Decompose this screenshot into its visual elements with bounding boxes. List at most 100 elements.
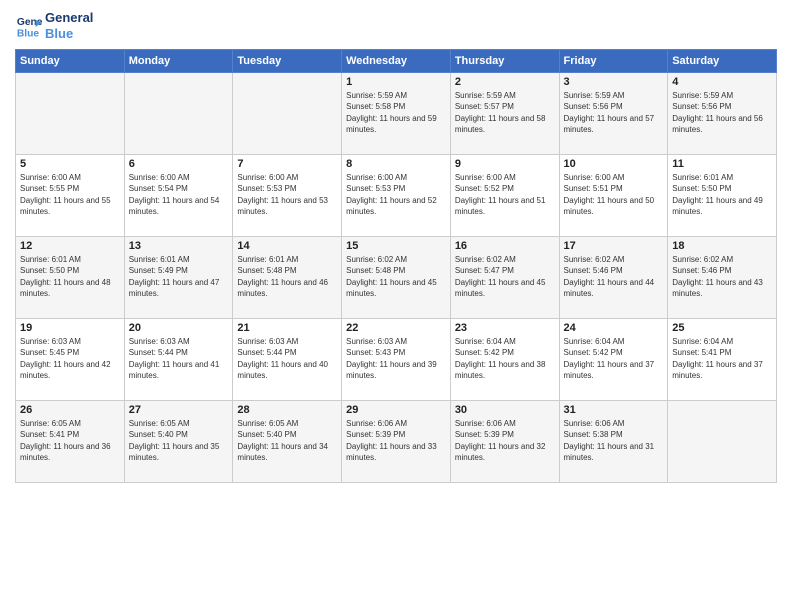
day-number: 25 [672, 322, 772, 334]
calendar-cell: 17Sunrise: 6:02 AM Sunset: 5:46 PM Dayli… [559, 237, 668, 319]
day-info: Sunrise: 6:03 AM Sunset: 5:44 PM Dayligh… [129, 336, 229, 381]
calendar-cell: 14 Sunrise: 6:01 AM Sunset: 5:48 PM Dayli… [233, 237, 342, 319]
logo-text: GeneralBlue [45, 10, 93, 41]
day-number: 16 [455, 240, 555, 252]
day-info: Sunrise: 6:02 AM Sunset: 5:46 PM Dayligh… [564, 254, 664, 299]
day-info: Sunrise: 6:00 AM Sunset: 5:55 PM Dayligh… [20, 172, 120, 217]
day-number: 8 [346, 158, 446, 170]
day-number: 30 [455, 404, 555, 416]
day-number: 24 [564, 322, 664, 334]
day-number: 11 [672, 158, 772, 170]
day-info: Sunrise: 5:59 AM Sunset: 5:56 PM Dayligh… [672, 90, 772, 135]
day-number: 29 [346, 404, 446, 416]
day-info: Sunrise: 6:00 AM Sunset: 5:52 PM Dayligh… [455, 172, 555, 217]
calendar-body: 1 Sunrise: 5:59 AM Sunset: 5:58 PM Daylig… [16, 73, 777, 483]
day-info: Sunrise: 6:05 AM Sunset: 5:41 PM Dayligh… [20, 418, 120, 463]
calendar-cell [233, 73, 342, 155]
day-number: 31 [564, 404, 664, 416]
calendar-week-row: 5 Sunrise: 6:00 AM Sunset: 5:55 PM Daylig… [16, 155, 777, 237]
logo-icon: General Blue [15, 12, 43, 40]
day-number: 14 [237, 240, 337, 252]
calendar-cell: 12 Sunrise: 6:01 AM Sunset: 5:50 PM Dayli… [16, 237, 125, 319]
day-info: Sunrise: 6:03 AM Sunset: 5:44 PM Dayligh… [237, 336, 337, 381]
calendar-cell: 31 Sunrise: 6:06 AM Sunset: 5:38 PM Dayli… [559, 401, 668, 483]
day-number: 22 [346, 322, 446, 334]
day-number: 3 [564, 76, 664, 88]
calendar-cell [124, 73, 233, 155]
calendar-cell: 10 Sunrise: 6:00 AM Sunset: 5:51 PM Dayli… [559, 155, 668, 237]
day-info: Sunrise: 6:02 AM Sunset: 5:47 PM Dayligh… [455, 254, 555, 299]
day-info: Sunrise: 6:00 AM Sunset: 5:53 PM Dayligh… [237, 172, 337, 217]
calendar-week-row: 26 Sunrise: 6:05 AM Sunset: 5:41 PM Dayli… [16, 401, 777, 483]
day-info: Sunrise: 5:59 AM Sunset: 5:57 PM Dayligh… [455, 90, 555, 135]
day-info: Sunrise: 6:06 AM Sunset: 5:38 PM Dayligh… [564, 418, 664, 463]
calendar-cell: 26 Sunrise: 6:05 AM Sunset: 5:41 PM Dayli… [16, 401, 125, 483]
day-info: Sunrise: 6:01 AM Sunset: 5:49 PM Dayligh… [129, 254, 229, 299]
day-number: 20 [129, 322, 229, 334]
day-number: 15 [346, 240, 446, 252]
day-number: 28 [237, 404, 337, 416]
day-info: Sunrise: 6:02 AM Sunset: 5:46 PM Dayligh… [672, 254, 772, 299]
calendar-week-row: 12 Sunrise: 6:01 AM Sunset: 5:50 PM Dayli… [16, 237, 777, 319]
calendar-cell: 28 Sunrise: 6:05 AM Sunset: 5:40 PM Dayli… [233, 401, 342, 483]
calendar-cell: 8 Sunrise: 6:00 AM Sunset: 5:53 PM Daylig… [342, 155, 451, 237]
day-number: 1 [346, 76, 446, 88]
day-info: Sunrise: 6:01 AM Sunset: 5:48 PM Dayligh… [237, 254, 337, 299]
day-info: Sunrise: 5:59 AM Sunset: 5:56 PM Dayligh… [564, 90, 664, 135]
weekday-header: Monday [124, 50, 233, 73]
day-info: Sunrise: 6:03 AM Sunset: 5:45 PM Dayligh… [20, 336, 120, 381]
day-info: Sunrise: 6:04 AM Sunset: 5:41 PM Dayligh… [672, 336, 772, 381]
day-info: Sunrise: 6:05 AM Sunset: 5:40 PM Dayligh… [129, 418, 229, 463]
calendar-cell: 11 Sunrise: 6:01 AM Sunset: 5:50 PM Dayli… [668, 155, 777, 237]
day-number: 23 [455, 322, 555, 334]
day-number: 13 [129, 240, 229, 252]
calendar-cell: 25 Sunrise: 6:04 AM Sunset: 5:41 PM Dayli… [668, 319, 777, 401]
day-info: Sunrise: 6:00 AM Sunset: 5:53 PM Dayligh… [346, 172, 446, 217]
calendar-cell: 7Sunrise: 6:00 AM Sunset: 5:53 PM Daylig… [233, 155, 342, 237]
day-info: Sunrise: 5:59 AM Sunset: 5:58 PM Dayligh… [346, 90, 446, 135]
day-info: Sunrise: 6:00 AM Sunset: 5:51 PM Dayligh… [564, 172, 664, 217]
weekday-header: Wednesday [342, 50, 451, 73]
weekday-header: Saturday [668, 50, 777, 73]
day-info: Sunrise: 6:05 AM Sunset: 5:40 PM Dayligh… [237, 418, 337, 463]
calendar-header: SundayMondayTuesdayWednesdayThursdayFrid… [16, 50, 777, 73]
logo: General Blue GeneralBlue [15, 10, 93, 41]
calendar-cell: 19 Sunrise: 6:03 AM Sunset: 5:45 PM Dayli… [16, 319, 125, 401]
calendar-cell [668, 401, 777, 483]
day-number: 19 [20, 322, 120, 334]
day-info: Sunrise: 6:04 AM Sunset: 5:42 PM Dayligh… [455, 336, 555, 381]
day-number: 18 [672, 240, 772, 252]
weekday-header: Sunday [16, 50, 125, 73]
calendar-week-row: 19 Sunrise: 6:03 AM Sunset: 5:45 PM Dayli… [16, 319, 777, 401]
calendar-cell: 9 Sunrise: 6:00 AM Sunset: 5:52 PM Daylig… [450, 155, 559, 237]
calendar-cell: 13 Sunrise: 6:01 AM Sunset: 5:49 PM Dayli… [124, 237, 233, 319]
day-info: Sunrise: 6:04 AM Sunset: 5:42 PM Dayligh… [564, 336, 664, 381]
calendar-cell: 27Sunrise: 6:05 AM Sunset: 5:40 PM Dayli… [124, 401, 233, 483]
calendar-cell: 6 Sunrise: 6:00 AM Sunset: 5:54 PM Daylig… [124, 155, 233, 237]
day-number: 6 [129, 158, 229, 170]
calendar-cell: 23 Sunrise: 6:04 AM Sunset: 5:42 PM Dayli… [450, 319, 559, 401]
calendar-table: SundayMondayTuesdayWednesdayThursdayFrid… [15, 49, 777, 483]
weekday-header: Tuesday [233, 50, 342, 73]
day-info: Sunrise: 6:01 AM Sunset: 5:50 PM Dayligh… [20, 254, 120, 299]
calendar-cell: 2Sunrise: 5:59 AM Sunset: 5:57 PM Daylig… [450, 73, 559, 155]
calendar-cell: 16 Sunrise: 6:02 AM Sunset: 5:47 PM Dayli… [450, 237, 559, 319]
day-info: Sunrise: 6:06 AM Sunset: 5:39 PM Dayligh… [455, 418, 555, 463]
day-info: Sunrise: 6:01 AM Sunset: 5:50 PM Dayligh… [672, 172, 772, 217]
calendar-week-row: 1 Sunrise: 5:59 AM Sunset: 5:58 PM Daylig… [16, 73, 777, 155]
day-number: 12 [20, 240, 120, 252]
day-number: 5 [20, 158, 120, 170]
calendar-cell: 15 Sunrise: 6:02 AM Sunset: 5:48 PM Dayli… [342, 237, 451, 319]
day-number: 9 [455, 158, 555, 170]
calendar-cell: 22 Sunrise: 6:03 AM Sunset: 5:43 PM Dayli… [342, 319, 451, 401]
calendar-cell: 5 Sunrise: 6:00 AM Sunset: 5:55 PM Daylig… [16, 155, 125, 237]
day-info: Sunrise: 6:02 AM Sunset: 5:48 PM Dayligh… [346, 254, 446, 299]
day-number: 26 [20, 404, 120, 416]
day-info: Sunrise: 6:03 AM Sunset: 5:43 PM Dayligh… [346, 336, 446, 381]
day-info: Sunrise: 6:00 AM Sunset: 5:54 PM Dayligh… [129, 172, 229, 217]
day-number: 4 [672, 76, 772, 88]
day-number: 10 [564, 158, 664, 170]
calendar-cell: 21 Sunrise: 6:03 AM Sunset: 5:44 PM Dayli… [233, 319, 342, 401]
calendar-cell [16, 73, 125, 155]
day-number: 21 [237, 322, 337, 334]
